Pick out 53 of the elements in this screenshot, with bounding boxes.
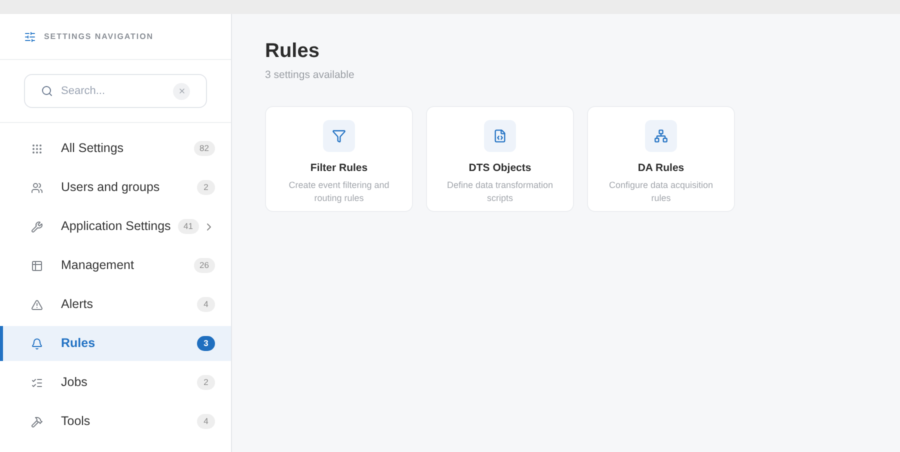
- bell-icon: [31, 338, 43, 350]
- nav-label: Users and groups: [61, 179, 161, 196]
- nav-label: Alerts: [61, 296, 94, 314]
- hierarchy-icon: [654, 128, 668, 143]
- nav-label: Management: [61, 257, 135, 274]
- nav-item[interactable]: Users and groups 2: [0, 170, 231, 205]
- search-bar[interactable]: Search...: [24, 74, 207, 108]
- card-description: Create event filtering and routing rules: [288, 178, 390, 204]
- setting-card[interactable]: DA Rules Configure data acquisition rules: [587, 106, 735, 212]
- filter-icon: [332, 128, 346, 143]
- card-title: DA Rules: [638, 160, 684, 176]
- search-icon: [41, 85, 53, 97]
- warning-icon: [31, 298, 43, 310]
- nav-label: Tools: [61, 413, 92, 430]
- clear-button[interactable]: [173, 82, 190, 100]
- close-icon: [178, 87, 186, 95]
- count-badge: 26: [194, 258, 215, 273]
- table-icon: [31, 260, 43, 272]
- nav-label: All Settings: [61, 140, 125, 158]
- sliders-icon: [24, 30, 36, 42]
- nav-item[interactable]: All Settings 82: [0, 131, 231, 166]
- grid-icon: [31, 142, 43, 154]
- nav-item[interactable]: Application Settings 41: [0, 209, 231, 244]
- page-title: Rules: [265, 39, 320, 64]
- count-badge: 4: [197, 414, 215, 429]
- wrench-icon: [31, 220, 43, 232]
- search-field[interactable]: Search...: [61, 82, 165, 100]
- card-title: DTS Objects: [468, 160, 532, 176]
- sidebar-title: SETTINGS NAVIGATION: [44, 30, 154, 42]
- count-badge: 41: [178, 219, 199, 234]
- count-badge: 82: [194, 141, 215, 156]
- setting-card[interactable]: Filter Rules Create event filtering and routing rules: [265, 106, 413, 212]
- code-file-icon: [493, 128, 507, 143]
- setting-card[interactable]: DTS Objects Define data transformation scripts: [426, 106, 574, 212]
- nav-item[interactable]: Management 26: [0, 248, 231, 283]
- card-title: Filter Rules: [310, 160, 368, 176]
- nav-item[interactable]: Jobs 2: [0, 365, 231, 400]
- nav-label: Application Settings: [61, 218, 172, 236]
- page-subtitle: 3 settings available: [265, 68, 356, 83]
- card-description: Configure data acquisition rules: [608, 178, 714, 204]
- checklist-icon: [31, 376, 43, 388]
- nav-item[interactable]: Tools 4: [0, 404, 231, 439]
- nav-item[interactable]: Rules 3: [0, 326, 231, 361]
- nav-label: Rules: [61, 335, 96, 352]
- users-icon: [31, 182, 43, 194]
- nav-item[interactable]: Alerts 4: [0, 287, 231, 322]
- card-description: Define data transformation scripts: [446, 178, 554, 204]
- count-badge: 3: [197, 336, 215, 351]
- nav-label: Jobs: [61, 374, 88, 392]
- count-badge: 2: [197, 375, 215, 390]
- tools-icon: [31, 416, 43, 428]
- count-badge: 2: [197, 180, 215, 195]
- count-badge: 4: [197, 297, 215, 312]
